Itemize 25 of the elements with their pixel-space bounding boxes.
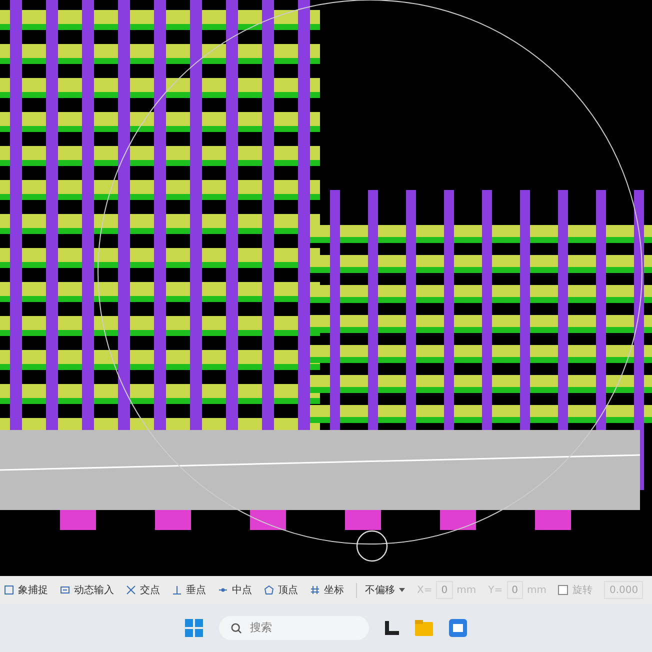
caret-icon xyxy=(399,588,405,592)
app-icon[interactable] xyxy=(385,621,399,635)
search-field[interactable]: 搜索 xyxy=(219,616,369,640)
snap-toggle[interactable]: 动态输入 xyxy=(60,582,114,598)
snap-toggle[interactable]: 坐标 xyxy=(310,582,344,598)
snap-icon xyxy=(126,585,136,595)
snap-icon xyxy=(4,585,14,595)
snap-toggle[interactable]: 交点 xyxy=(126,582,160,598)
snap-toggle[interactable]: 中点 xyxy=(218,582,252,598)
orbit-circle[interactable] xyxy=(98,0,642,544)
rotate-label: 旋转 xyxy=(572,584,592,598)
snap-toggle[interactable]: 垂点 xyxy=(172,582,206,598)
start-icon[interactable] xyxy=(185,619,203,637)
checkbox[interactable] xyxy=(558,585,568,595)
orbit-handle[interactable] xyxy=(356,530,388,562)
offset-dropdown[interactable]: 不偏移 xyxy=(356,582,405,598)
snap-icon xyxy=(218,585,228,595)
search-icon xyxy=(231,622,242,634)
snap-icon xyxy=(172,585,182,595)
search-placeholder: 搜索 xyxy=(250,620,272,636)
snap-icon xyxy=(264,585,274,595)
snap-toggle[interactable]: 象捕捉 xyxy=(4,582,48,598)
snap-icon xyxy=(60,585,70,595)
snap-icon xyxy=(310,585,320,595)
snap-toggle[interactable]: 顶点 xyxy=(264,582,298,598)
